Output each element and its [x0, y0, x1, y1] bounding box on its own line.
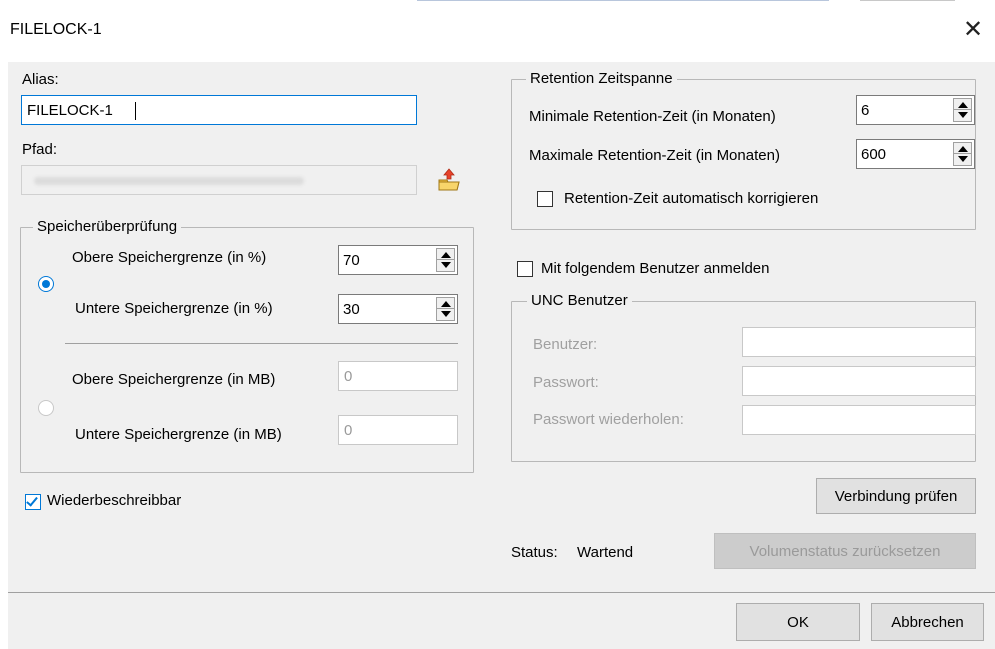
cancel-label: Abbrechen	[891, 614, 964, 631]
unc-user-label: Benutzer:	[533, 336, 598, 353]
background-window-edge	[860, 0, 955, 1]
spin-arrows-icon[interactable]	[953, 142, 972, 166]
radio-selected-dot	[42, 280, 50, 288]
status-label: Status:	[511, 544, 558, 561]
upper-mb-input[interactable]: 0	[338, 361, 458, 391]
retention-max-stepper[interactable]: 600	[856, 139, 975, 169]
upper-percent-value: 70	[343, 252, 360, 269]
path-input[interactable]	[21, 165, 417, 195]
unc-password-repeat-label: Passwort wiederholen:	[533, 411, 684, 428]
retention-max-label: Maximale Retention-Zeit (in Monaten)	[529, 147, 780, 164]
spin-arrows-icon[interactable]	[953, 98, 972, 122]
unc-password-input[interactable]	[742, 366, 976, 396]
cancel-button[interactable]: Abbrechen	[871, 603, 984, 641]
rewritable-label: Wiederbeschreibbar	[47, 492, 182, 509]
path-label: Pfad:	[22, 141, 58, 158]
retention-min-value: 6	[861, 102, 870, 119]
title-bar	[0, 0, 995, 62]
unc-user-legend: UNC Benutzer	[527, 292, 632, 309]
group-divider	[65, 343, 458, 344]
lower-percent-value: 30	[343, 301, 360, 318]
upper-percent-stepper[interactable]: 70	[338, 245, 458, 275]
alias-value: FILELOCK-1	[27, 102, 113, 119]
rewritable-checkbox[interactable]	[25, 494, 41, 510]
reset-volume-status-button[interactable]: Volumenstatus zurücksetzen	[714, 533, 976, 569]
background-window-edge	[417, 0, 829, 1]
checkmark-icon	[26, 494, 38, 507]
verify-connection-label: Verbindung prüfen	[834, 488, 958, 505]
verify-connection-button[interactable]: Verbindung prüfen	[816, 478, 976, 514]
spin-arrows-icon[interactable]	[436, 297, 455, 321]
retention-legend: Retention Zeitspanne	[526, 70, 677, 87]
lower-mb-label: Untere Speichergrenze (in MB)	[75, 426, 282, 443]
radio-mb-limits[interactable]	[38, 400, 54, 416]
unc-password-repeat-input[interactable]	[742, 405, 976, 435]
alias-label: Alias:	[22, 71, 59, 88]
folder-browse-icon[interactable]	[436, 168, 462, 192]
login-user-checkbox[interactable]	[517, 261, 533, 277]
radio-percent-limits[interactable]	[38, 276, 54, 292]
unc-user-input[interactable]	[742, 327, 976, 357]
storage-check-legend: Speicherüberprüfung	[33, 218, 182, 235]
retention-autocorrect-checkbox[interactable]	[537, 191, 553, 207]
status-value: Wartend	[577, 544, 634, 561]
blurred-path-text	[34, 177, 304, 185]
login-user-label: Mit folgendem Benutzer anmelden	[541, 260, 770, 277]
retention-autocorrect-label: Retention-Zeit automatisch korrigieren	[564, 190, 819, 207]
alias-input[interactable]: FILELOCK-1	[21, 95, 417, 125]
ok-button[interactable]: OK	[736, 603, 860, 641]
text-caret	[135, 102, 136, 120]
lower-percent-label: Untere Speichergrenze (in %)	[75, 300, 273, 317]
ok-label: OK	[787, 614, 809, 631]
retention-min-stepper[interactable]: 6	[856, 95, 975, 125]
retention-min-label: Minimale Retention-Zeit (in Monaten)	[529, 108, 776, 125]
spin-arrows-icon[interactable]	[436, 248, 455, 272]
window-left-edge	[0, 62, 8, 649]
upper-percent-label: Obere Speichergrenze (in %)	[72, 249, 267, 266]
unc-password-label: Passwort:	[533, 374, 599, 391]
lower-mb-value: 0	[344, 422, 353, 439]
lower-percent-stepper[interactable]: 30	[338, 294, 458, 324]
upper-mb-value: 0	[344, 368, 353, 385]
close-icon[interactable]: ✕	[957, 14, 989, 46]
upper-mb-label: Obere Speichergrenze (in MB)	[72, 371, 276, 388]
retention-max-value: 600	[861, 146, 887, 163]
lower-mb-input[interactable]: 0	[338, 415, 458, 445]
reset-volume-status-label: Volumenstatus zurücksetzen	[749, 543, 941, 560]
window-title: FILELOCK-1	[10, 21, 102, 38]
